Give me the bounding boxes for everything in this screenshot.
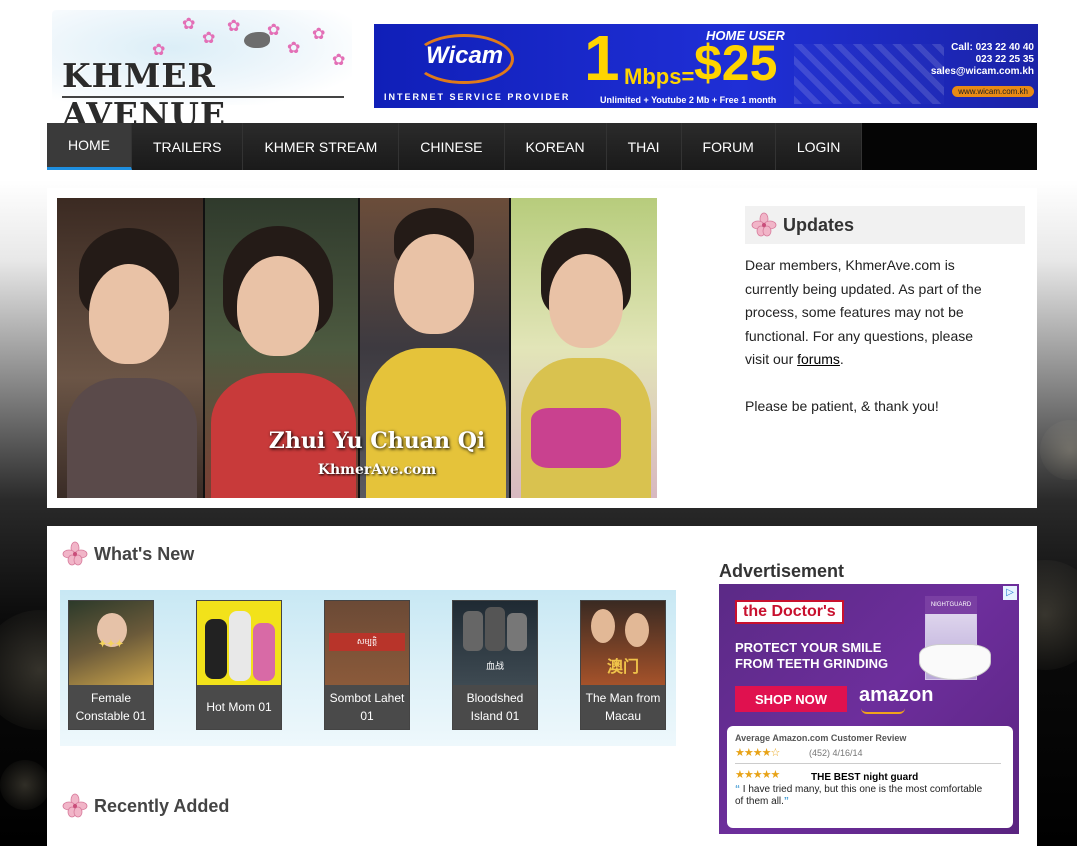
background-bokeh <box>1040 420 1077 480</box>
nav-chinese[interactable]: CHINESE <box>399 123 505 170</box>
slider-caption-title: Zhui Yu Chuan Qi <box>268 428 486 454</box>
review-box: Average Amazon.com Customer Review ★★★★☆… <box>727 726 1013 828</box>
content-panel: What's New ✦✦✦ Female Constable 01 Hot M… <box>47 526 1037 846</box>
flower-icon <box>62 541 88 567</box>
banner-tagline: INTERNET SERVICE PROVIDER <box>384 92 571 102</box>
banner-speed-unit: Mbps= <box>624 64 695 89</box>
updates-message: Dear members, KhmerAve.com is currently … <box>745 257 982 367</box>
nav-forum[interactable]: FORUM <box>681 123 776 170</box>
whats-new-item-label: Female Constable 01 <box>69 685 153 729</box>
nav-trailers[interactable]: TRAILERS <box>132 123 244 170</box>
updates-title: Updates <box>783 214 855 235</box>
updates-period: . <box>839 351 844 367</box>
banner-brand: Wicam <box>426 42 504 69</box>
blossom-icon: ✿ <box>227 18 241 35</box>
advertisement-title: Advertisement <box>719 561 845 581</box>
bird-icon <box>244 32 270 48</box>
whats-new-item-label: The Man from Macau <box>581 685 665 729</box>
forums-link[interactable]: forums <box>797 351 840 367</box>
flower-icon <box>751 212 777 238</box>
header-ad-banner[interactable]: Wicam INTERNET SERVICE PROVIDER 1 Mbps= … <box>374 24 1038 108</box>
main-nav: HOME TRAILERS KHMER STREAM CHINESE KOREA… <box>47 123 1037 170</box>
amazon-logo: amazon <box>859 684 934 706</box>
flower-icon <box>62 793 88 819</box>
banner-offer: Unlimited + Youtube 2 Mb + Free 1 month <box>600 95 777 105</box>
poster-image: 血战 <box>453 601 537 685</box>
nav-korean[interactable]: KOREAN <box>504 123 607 170</box>
nav-home[interactable]: HOME <box>47 123 132 170</box>
ad-headline-line-1: PROTECT YOUR SMILE <box>735 640 882 655</box>
slider-caption-site: KhmerAve.com <box>317 462 437 478</box>
review-stars-icon: ★★★★★ <box>735 769 780 781</box>
slide-actor-1 <box>57 198 203 498</box>
recently-added-title: Recently Added <box>94 795 230 816</box>
whats-new-item[interactable]: 血战 Bloodshed Island 01 <box>452 600 538 730</box>
review-heading: Average Amazon.com Customer Review <box>735 733 907 743</box>
nav-login[interactable]: LOGIN <box>775 123 863 170</box>
quote-open-icon: “ <box>735 784 740 795</box>
ad-headline: PROTECT YOUR SMILE FROM TEETH GRINDING <box>735 640 888 672</box>
poster-image: សម្បត្តិ <box>325 601 409 685</box>
banner-contact: Call: 023 22 40 40 023 22 25 35 sales@wi… <box>931 42 1034 78</box>
product-label: NIGHTGUARD <box>925 596 977 614</box>
featured-panel: Zhui Yu Chuan Qi KhmerAve.com Updates De… <box>47 188 1037 508</box>
poster-image: ✦✦✦ <box>69 601 153 685</box>
shop-now-button[interactable]: SHOP NOW <box>735 686 847 712</box>
whats-new-item[interactable]: 澳门 The Man from Macau <box>580 600 666 730</box>
blossom-icon: ✿ <box>312 26 326 43</box>
whats-new-item-label: Bloodshed Island 01 <box>453 685 537 729</box>
banner-phone-2: 023 22 25 35 <box>975 54 1034 65</box>
banner-price: $25 <box>694 35 778 91</box>
review-title: THE BEST night guard <box>811 772 919 783</box>
blossom-icon: ✿ <box>202 30 216 47</box>
featured-slider[interactable]: Zhui Yu Chuan Qi KhmerAve.com <box>57 198 657 498</box>
review-quote-text: I have tried many, but this one is the m… <box>735 784 983 807</box>
nav-khmer-stream[interactable]: KHMER STREAM <box>243 123 400 170</box>
ad-headline-line-2: FROM TEETH GRINDING <box>735 656 889 671</box>
banner-speed-number: 1 <box>584 24 620 94</box>
whats-new-item-label: Sombot Lahet 01 <box>325 685 409 729</box>
background-bokeh <box>0 760 50 810</box>
banner-email: sales@wicam.com.kh <box>930 66 1034 77</box>
banner-site: www.wicam.com.kh <box>952 86 1034 97</box>
whats-new-item-label: Hot Mom 01 <box>197 685 281 729</box>
poster-image: 澳门 <box>581 601 665 685</box>
quote-close-icon: ” <box>783 796 789 807</box>
rating-stars-icon: ★★★★☆ <box>735 747 780 759</box>
whats-new-title: What's New <box>94 543 195 564</box>
poster-image <box>197 601 281 685</box>
amazon-smile-icon <box>861 708 905 714</box>
banner-cubes-decoration <box>794 44 944 104</box>
blossom-icon: ✿ <box>287 40 301 57</box>
whats-new-item[interactable]: សម្បត្តិ Sombot Lahet 01 <box>324 600 410 730</box>
nav-thai[interactable]: THAI <box>606 123 682 170</box>
updates-text: Dear members, KhmerAve.com is currently … <box>745 254 995 419</box>
ad-brand: the Doctor's <box>735 600 844 624</box>
night-guard-image <box>919 644 991 680</box>
updates-thanks: Please be patient, & thank you! <box>745 398 939 414</box>
blossom-icon: ✿ <box>182 16 196 33</box>
review-count: (452) 4/16/14 <box>809 748 863 758</box>
slide-actor-4 <box>511 198 657 498</box>
recently-added-header: Recently Added <box>62 793 229 819</box>
whats-new-item[interactable]: Hot Mom 01 <box>196 600 282 730</box>
updates-header: Updates <box>745 206 1025 244</box>
sidebar-ad[interactable]: ▷ the Doctor's NIGHTGUARD PROTECT YOUR S… <box>719 584 1019 834</box>
whats-new-item[interactable]: ✦✦✦ Female Constable 01 <box>68 600 154 730</box>
adchoices-icon[interactable]: ▷ <box>1003 586 1017 600</box>
whats-new-carousel: ✦✦✦ Female Constable 01 Hot Mom 01 សម្បត… <box>60 590 676 746</box>
review-quote: “ I have tried many, but this one is the… <box>735 784 985 808</box>
banner-phone-1: Call: 023 22 40 40 <box>951 42 1034 53</box>
whats-new-header: What's New <box>62 541 194 567</box>
site-logo[interactable]: ✿ ✿ ✿ ✿ ✿ ✿ ✿ ✿ KHMER AVENUE <box>52 10 352 134</box>
